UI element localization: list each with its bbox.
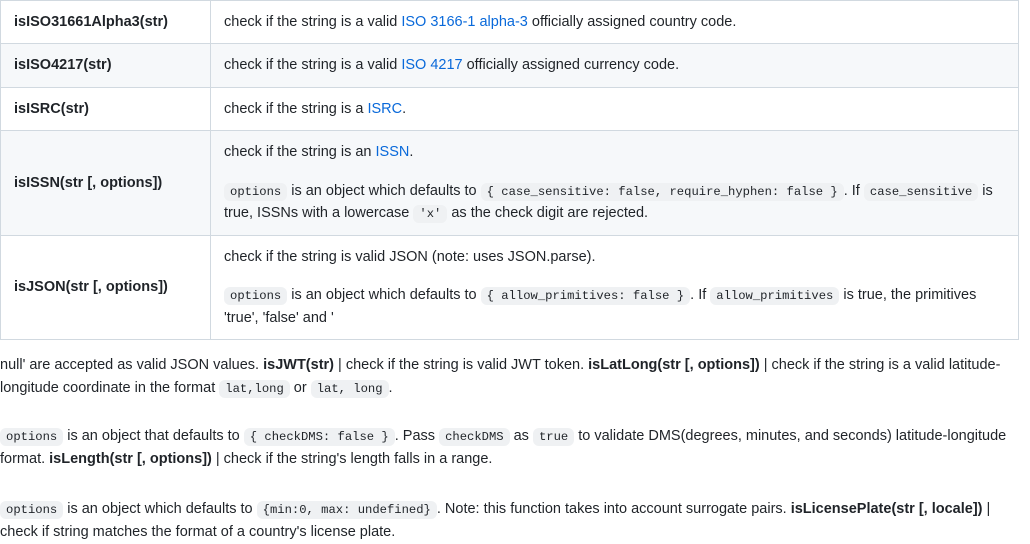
description-lead: check if the string is a [224, 100, 368, 117]
function-signature-cell: isISO31661Alpha3(str) [0, 0, 211, 45]
function-description-cell: check if the string is a ISRC. [210, 86, 1019, 132]
p2-text-5: | check if the string's length falls in … [211, 450, 493, 467]
description-lead: check if the string is a valid [224, 57, 402, 74]
allow-primitives-code-chip: allow_primitives [710, 287, 840, 306]
validators-api-table: isISO31661Alpha3(str) check if the strin… [0, 0, 1019, 341]
options-text-2: . If [690, 287, 711, 304]
lowercase-x-code-chip: 'x' [413, 205, 448, 224]
p2-text-2: . Pass [394, 428, 440, 445]
table-row: isISO31661Alpha3(str) check if the strin… [0, 0, 1019, 45]
options-code-chip: options [224, 287, 288, 306]
islicenseplate-signature: isLicensePlate(str [, locale]) [790, 501, 983, 518]
function-signature: isJSON(str [, options]) [14, 279, 168, 296]
p3-text-1: is an object which defaults to [63, 501, 257, 518]
p1-text-4: or [289, 379, 311, 396]
checkdms-code-chip: checkDMS [439, 428, 510, 447]
documentation-page: isISO31661Alpha3(str) check if the strin… [0, 0, 1030, 544]
issn-link[interactable]: ISSN [376, 144, 410, 160]
table-row: isISO4217(str) check if the string is a … [0, 43, 1019, 88]
isrc-link[interactable]: ISRC [367, 101, 402, 117]
function-signature: isISO31661Alpha3(str) [14, 14, 168, 30]
description-lead: check if the string is a valid [224, 14, 402, 30]
p1-text-5: . [388, 379, 393, 396]
function-description-cell: check if the string is an ISSN. options … [210, 130, 1019, 236]
description-paragraph: check if the string is a ISRC. [224, 98, 1005, 120]
function-signature-cell: isISSN(str [, options]) [0, 130, 211, 236]
p1-text-2: | check if the string is valid JWT token… [334, 357, 589, 374]
default-options-code-chip: { allow_primitives: false } [480, 287, 691, 306]
description-tail: . [402, 100, 407, 117]
options-text-1: is an object which defaults to [287, 182, 481, 199]
islength-signature: isLength(str [, options]) [49, 450, 212, 467]
description-tail: officially assigned currency code. [462, 57, 680, 74]
table-row: isISRC(str) check if the string is a ISR… [0, 86, 1019, 132]
function-signature: isISRC(str) [14, 100, 89, 117]
options-text-4: as the check digit are rejected. [447, 205, 649, 222]
p1-text-1: null' are accepted as valid JSON values. [0, 357, 264, 374]
description-tail: officially assigned country code. [527, 14, 737, 30]
checkdms-default-code-chip: { checkDMS: false } [243, 428, 395, 447]
function-signature: isISSN(str [, options]) [14, 174, 163, 191]
iso-3166-1-alpha-3-link[interactable]: ISO 3166-1 alpha-3 [401, 14, 528, 30]
p3-text-2: . Note: this function takes into account… [436, 501, 791, 518]
min-max-default-code-chip: {min:0, max: undefined} [256, 501, 437, 520]
paragraph-content: options is an object that defaults to { … [0, 425, 1018, 470]
body-paragraph-1: null' are accepted as valid JSON values.… [0, 340, 1030, 399]
case-sensitive-code-chip: case_sensitive [863, 182, 979, 201]
function-signature-cell: isISO4217(str) [0, 43, 211, 88]
description-paragraph: check if the string is valid JSON (note:… [224, 248, 596, 265]
paragraph-content: options is an object which defaults to {… [0, 498, 1018, 543]
description-paragraph: check if the string is an ISSN. [224, 141, 1005, 163]
table-body: isISO31661Alpha3(str) check if the strin… [0, 0, 1019, 341]
options-text-2: . If [843, 182, 864, 199]
default-options-code-chip: { case_sensitive: false, require_hyphen:… [480, 182, 844, 201]
p2-text-3: as [509, 428, 533, 445]
function-signature-cell: isJSON(str [, options]) [0, 234, 211, 341]
options-code-chip: options [0, 428, 64, 447]
options-code-chip: options [0, 501, 64, 520]
body-paragraph-3: options is an object which defaults to {… [0, 470, 1030, 543]
true-code-chip: true [532, 428, 575, 447]
paragraph-content: null' are accepted as valid JSON values.… [0, 354, 1018, 399]
islatlong-signature: isLatLong(str [, options]) [588, 357, 760, 374]
lat-space-long-code-chip: lat, long [310, 379, 389, 398]
function-description-cell: check if the string is a valid ISO 3166-… [210, 0, 1019, 45]
description-paragraph: check if the string is a valid ISO 3166-… [224, 11, 1005, 33]
function-description-cell: check if the string is valid JSON (note:… [210, 234, 1019, 341]
description-lead: check if the string is an [224, 144, 376, 161]
options-paragraph: options is an object which defaults to {… [224, 284, 1005, 329]
description-paragraph: check if the string is a valid ISO 4217 … [224, 54, 1005, 76]
iso-4217-link[interactable]: ISO 4217 [401, 57, 462, 73]
body-paragraph-2: options is an object that defaults to { … [0, 399, 1030, 470]
options-text-1: is an object which defaults to [287, 287, 481, 304]
isjwt-signature: isJWT(str) [263, 357, 335, 374]
table-row: isISSN(str [, options]) check if the str… [0, 130, 1019, 236]
lat-long-code-chip: lat,long [219, 379, 290, 398]
function-description-cell: check if the string is a valid ISO 4217 … [210, 43, 1019, 88]
options-code-chip: options [224, 182, 288, 201]
function-signature-cell: isISRC(str) [0, 86, 211, 132]
options-paragraph: options is an object which defaults to {… [224, 180, 1005, 225]
p2-text-1: is an object that defaults to [63, 428, 244, 445]
function-signature: isISO4217(str) [14, 57, 112, 74]
table-row: isJSON(str [, options]) check if the str… [0, 234, 1019, 341]
description-tail: . [409, 144, 414, 161]
